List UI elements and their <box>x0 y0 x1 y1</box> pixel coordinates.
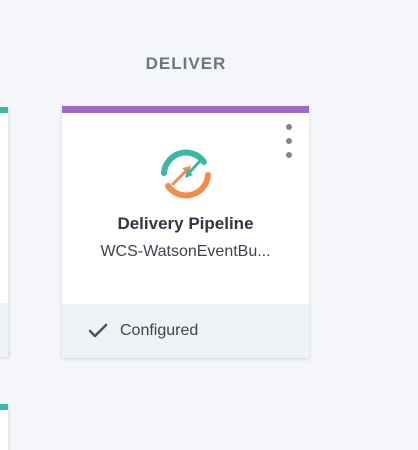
card-status-footer: Configured <box>62 304 309 358</box>
neighbor-card-accent <box>0 107 8 113</box>
neighbor-card-footer <box>0 303 8 357</box>
section-title: DELIVER <box>145 54 227 73</box>
card-subtitle: WCS-WatsonEventBu... <box>100 243 271 260</box>
card-status-text: Configured <box>120 322 199 339</box>
kebab-dot <box>286 124 292 130</box>
kebab-dot <box>286 152 292 158</box>
toolchain-stage: DELIVER Delivery Pipeline WCS-WatsonEven… <box>0 0 418 450</box>
kebab-dot <box>286 138 292 144</box>
delivery-pipeline-card[interactable]: Delivery Pipeline WCS-WatsonEventBu... C… <box>62 106 309 358</box>
neighbor-card-top[interactable] <box>0 107 8 357</box>
neighbor-card-bottom[interactable] <box>0 404 8 450</box>
card-title: Delivery Pipeline <box>117 214 254 233</box>
card-accent-bar <box>62 106 309 113</box>
neighbor-card-accent <box>0 404 8 410</box>
delivery-pipeline-icon <box>161 149 211 199</box>
kebab-menu-icon[interactable] <box>284 124 294 158</box>
checkmark-icon <box>88 323 108 338</box>
